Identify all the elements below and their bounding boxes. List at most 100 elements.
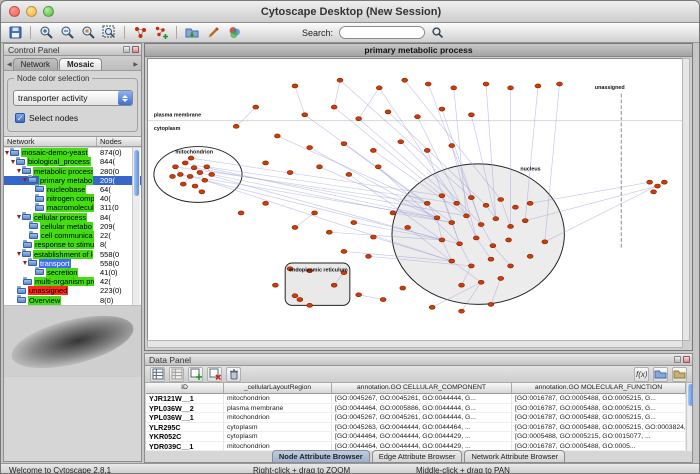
column-header-region[interactable]: _cellularLayoutRegion [224,383,332,394]
float-data-panel-button[interactable] [674,356,681,363]
graph-node[interactable] [307,146,313,150]
column-header-id[interactable]: ID [146,383,224,394]
tab-node-attribute-browser[interactable]: Node Attribute Browser [272,450,370,463]
formula-builder-button[interactable]: f(x) [634,367,649,382]
expander-icon[interactable] [17,169,21,173]
close-panel-button[interactable] [132,46,139,53]
graph-node[interactable] [449,259,455,263]
window-titlebar[interactable]: Cytoscape Desktop (New Session) [1,1,700,23]
graph-node[interactable] [425,82,431,86]
graph-node[interactable] [370,235,376,239]
tree-item-cellular-metabo[interactable]: cellular metabo209( [4,222,141,231]
graph-node[interactable] [478,222,484,226]
select-nodes-checkbox[interactable]: ✓ [15,113,25,123]
graph-node[interactable] [508,224,514,228]
graph-node[interactable] [331,105,337,109]
graph-node[interactable] [429,305,435,309]
tab-mosaic[interactable]: Mosaic [59,58,102,70]
tab-edge-attribute-browser[interactable]: Edge Attribute Browser [372,450,463,463]
graph-node[interactable] [263,161,269,165]
graph-node[interactable] [292,294,298,298]
graph-node[interactable] [297,298,303,302]
graph-node[interactable] [341,142,347,146]
graph-node[interactable] [522,219,528,223]
graph-node[interactable] [209,172,215,176]
expander-icon[interactable] [5,151,9,155]
graph-node[interactable] [459,283,465,287]
graph-node[interactable] [661,180,667,184]
tree-item-metabolic-process[interactable]: metabolic process280(0 [4,166,141,175]
graph-node[interactable] [272,283,278,287]
graph-node[interactable] [274,134,280,138]
graph-node[interactable] [180,182,186,186]
search-input[interactable] [339,26,425,39]
graph-node[interactable] [312,211,318,215]
graph-node[interactable] [457,242,463,246]
graph-node[interactable] [439,238,445,242]
table-row[interactable]: YLR295Ccytoplasm[GO:0045263, GO:0044444,… [146,423,692,433]
graph-node[interactable] [341,249,347,253]
tree-scrollbar[interactable] [132,148,140,305]
tree-item-nitrogen-compo[interactable]: nitrogen compo40( [4,194,141,203]
graph-node[interactable] [253,105,259,109]
export-attributes-button[interactable] [672,367,687,382]
zoom-in-button[interactable] [37,24,55,41]
graph-node[interactable] [177,172,183,176]
delete-attribute-button[interactable] [207,367,222,382]
graph-node[interactable] [172,165,178,169]
tab-overflow-icon[interactable]: ▶ [132,61,139,70]
graph-node[interactable] [197,171,203,175]
graph-node[interactable] [464,214,470,218]
graph-node[interactable] [326,230,332,234]
graph-node[interactable] [398,140,404,144]
graph-node[interactable] [439,107,445,111]
close-data-panel-button[interactable] [683,356,690,363]
tree-item-primary-metabo[interactable]: primary metabo209( [4,176,141,185]
graph-node[interactable] [170,174,176,178]
graph-node[interactable] [292,84,298,88]
tree-column-network[interactable]: Network [4,137,97,146]
graph-node[interactable] [454,201,460,205]
graph-node[interactable] [512,205,518,209]
tree-item-macromolecule[interactable]: macromolecule311(0 [4,203,141,212]
vizmapper-button[interactable] [225,24,243,41]
unselect-attributes-button[interactable] [169,367,184,382]
graph-node[interactable] [307,303,313,307]
new-network-from-selection-button[interactable] [152,24,170,41]
network-view-titlebar[interactable]: primary metabolic process [145,44,692,57]
tree-item-biological-process[interactable]: biological_process844( [4,157,141,166]
tree-item-cellular-process[interactable]: cellular process84( [4,213,141,222]
graph-node[interactable] [468,113,474,117]
graph-node[interactable] [390,211,396,215]
expander-icon[interactable] [23,261,27,265]
table-scrollbar[interactable] [686,383,692,451]
graph-node[interactable] [375,165,381,169]
table-row[interactable]: YPL036W__2plasma membrane[GO:0044464, GO… [146,404,692,414]
graph-node[interactable] [488,302,494,306]
graph-node[interactable] [238,211,244,215]
graph-node[interactable] [199,190,205,194]
graph-node[interactable] [233,124,239,128]
expander-icon[interactable] [17,252,21,256]
graph-node[interactable] [535,84,541,88]
graph-node[interactable] [449,144,455,148]
tree-item-secretion[interactable]: secretion41(0) [4,268,141,277]
graph-node[interactable] [346,172,352,176]
table-row[interactable]: YJR121W__1mitochondrion[GO:0045267, GO:0… [146,394,692,404]
graph-node[interactable] [483,82,489,86]
graph-node[interactable] [527,254,533,258]
float-panel-button[interactable] [123,46,130,53]
graph-node[interactable] [385,110,391,114]
tab-network-attribute-browser[interactable]: Network Attribute Browser [464,450,565,463]
graph-node[interactable] [292,225,298,229]
graph-node[interactable] [182,161,188,165]
graph-node[interactable] [508,86,514,90]
tree-scrollbar-thumb[interactable] [134,150,139,196]
search-button[interactable] [428,24,446,41]
graph-node[interactable] [483,203,489,207]
graph-node[interactable] [188,156,194,160]
graph-node[interactable] [424,148,430,152]
expander-icon[interactable] [17,215,21,219]
graph-node[interactable] [439,194,445,198]
tree-item-mosaic-demo-yeast[interactable]: mosaic-demo-yeast874(0) [4,148,141,157]
